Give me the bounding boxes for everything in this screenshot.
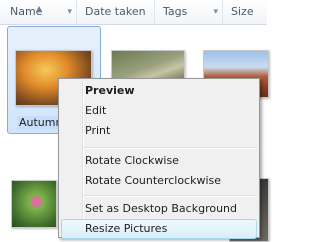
menu-item-preview[interactable]: Preview bbox=[85, 81, 135, 101]
context-menu: Preview Edit Print Rotate Clockwise Rota… bbox=[58, 78, 260, 239]
column-header-bar: ▲ Name ▾ Date taken Tags ▾ Size bbox=[0, 0, 267, 25]
column-header-tags[interactable]: Tags ▾ bbox=[154, 0, 222, 24]
column-date-label: Date taken bbox=[85, 5, 146, 18]
menu-item-rotate-counterclockwise[interactable]: Rotate Counterclockwise bbox=[85, 171, 221, 191]
thumbnail-flower[interactable] bbox=[11, 180, 57, 228]
chevron-down-icon[interactable]: ▾ bbox=[213, 0, 218, 24]
menu-separator bbox=[83, 147, 257, 149]
column-header-name[interactable]: ▲ Name ▾ bbox=[2, 0, 76, 24]
chevron-down-icon[interactable]: ▾ bbox=[67, 0, 72, 24]
column-header-date-taken[interactable]: Date taken bbox=[76, 0, 154, 24]
menu-item-print[interactable]: Print bbox=[85, 121, 110, 141]
column-tags-label: Tags bbox=[163, 5, 188, 18]
sort-ascending-icon: ▲ bbox=[36, 4, 43, 13]
menu-separator bbox=[83, 195, 257, 197]
column-size-label: Size bbox=[231, 5, 254, 18]
menu-item-edit[interactable]: Edit bbox=[85, 101, 106, 121]
menu-item-rotate-clockwise[interactable]: Rotate Clockwise bbox=[85, 151, 179, 171]
menu-item-set-desktop-background[interactable]: Set as Desktop Background bbox=[85, 199, 237, 219]
column-header-size[interactable]: Size bbox=[222, 0, 267, 24]
menu-gutter bbox=[82, 81, 84, 235]
menu-item-resize-pictures[interactable]: Resize Pictures bbox=[85, 219, 167, 239]
